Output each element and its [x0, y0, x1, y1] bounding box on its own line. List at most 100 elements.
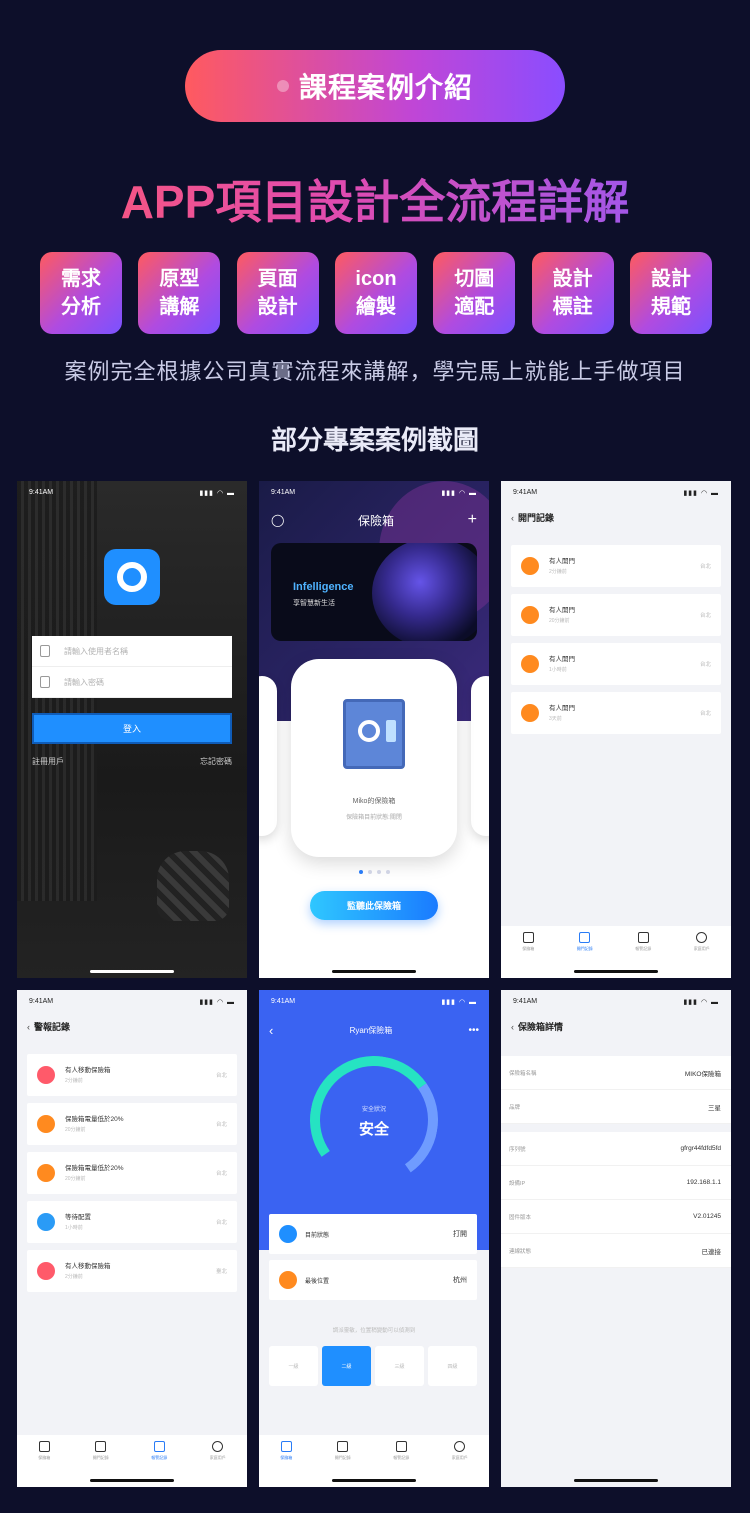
tab-family[interactable]: 家庭用戶	[452, 1441, 468, 1487]
back-icon[interactable]: ‹	[511, 1022, 514, 1032]
home-indicator	[90, 970, 174, 973]
screenshot-door-records: 9:41AM ▮▮▮ ◠ ▬ ‹ 開門記錄 有人開門 2分鐘前 台北 有人開門 20分鐘前…	[501, 481, 731, 978]
gear-icon	[37, 1213, 55, 1231]
battery-icon	[37, 1164, 55, 1182]
topic-tags: 需求 分析 原型 講解 頁面 設計 icon 繪製 切圖 適配 設計 標註 設計 規範	[40, 252, 712, 334]
location-row[interactable]: 最後位置 杭州	[269, 1260, 477, 1300]
more-icon[interactable]: •••	[468, 1025, 479, 1036]
list-item[interactable]: 有人開門 3天前 台北	[511, 692, 721, 734]
detail-group-device: 序列號 gfrgr44fdfd5fd 設備IP 192.168.1.1 固件版本 V2…	[501, 1132, 731, 1268]
detail-row-firmware: 固件版本 V2.01245	[501, 1200, 731, 1234]
detail-group-basic: 保險箱名稱 MIKO保險箱 品牌 三星	[501, 1056, 731, 1124]
banner[interactable]: Infelligence 享智慧新生活	[271, 543, 477, 641]
status-row[interactable]: 目前狀態 打開	[269, 1214, 477, 1254]
safebox-card[interactable]: Miko的保險箱 保險箱目前狀態:關閉	[291, 659, 457, 857]
screenshot-alarm-records: 9:41AM ▮▮▮ ◠ ▬ ‹ 警報記錄 有人移動保險箱 2分鐘前 台北 保險箱電量低…	[17, 990, 247, 1487]
tag-prototype: 原型 講解	[138, 252, 221, 334]
door-icon	[521, 606, 539, 624]
chair-image	[157, 851, 229, 921]
info-icon	[279, 1225, 297, 1243]
list-item[interactable]: 保險箱電量低於20% 20分鐘前 台北	[27, 1103, 237, 1145]
prev-card[interactable]	[259, 676, 277, 836]
password-field[interactable]: 請輸入密碼	[32, 667, 232, 698]
add-icon[interactable]: +	[468, 511, 477, 529]
status-bar: 9:41AM ▮▮▮ ◠ ▬	[271, 998, 477, 1006]
tag-spec: 設計 規範	[629, 252, 712, 334]
nav-bar: ◯ 保險箱 +	[271, 511, 477, 529]
back-icon[interactable]: ‹	[269, 1023, 273, 1038]
level-3[interactable]: 三級	[375, 1346, 424, 1386]
safebox-name: Miko的保險箱	[352, 798, 396, 805]
home-indicator	[90, 1479, 174, 1482]
login-button[interactable]: 登入	[32, 713, 232, 744]
login-form: 請輸入使用者名稱 請輸入密碼	[32, 636, 232, 698]
list-item[interactable]: 有人移動保險箱 2分鐘前 臺北	[27, 1250, 237, 1292]
level-4[interactable]: 四級	[428, 1346, 477, 1386]
tag-slicing: 切圖 適配	[433, 252, 516, 334]
status-bar: 9:41AM ▮▮▮ ◠ ▬	[513, 489, 719, 497]
tag-annotation: 設計 標註	[531, 252, 614, 334]
gauge-value: 安全	[358, 1121, 389, 1138]
pill-dot	[276, 80, 289, 92]
register-link[interactable]: 註冊用戶	[32, 756, 64, 767]
tab-safebox[interactable]: 保險箱	[38, 1441, 50, 1487]
status-bar: 9:41AM ▮▮▮ ◠ ▬	[513, 998, 719, 1006]
list-item[interactable]: 有人移動保險箱 2分鐘前 台北	[27, 1054, 237, 1096]
screenshot-safebox-detail: 9:41AM ▮▮▮ ◠ ▬ ‹ 保險箱詳情 保險箱名稱 MIKO保險箱 品牌 三星 序…	[501, 990, 731, 1487]
screenshot-login: 9:41AM ▮▮▮ ◠ ▬ 請輸入使用者名稱 請輸入密碼 登入 註冊用戶 忘記密…	[17, 481, 247, 978]
list-item[interactable]: 有人開門 20分鐘前 台北	[511, 594, 721, 636]
tag-page-design: 頁面 設計	[236, 252, 319, 334]
banner-title: Infelligence	[293, 581, 354, 593]
back-icon[interactable]: ‹	[511, 513, 514, 523]
tab-family[interactable]: 家庭用戶	[210, 1441, 226, 1487]
login-links: 註冊用戶 忘記密碼	[32, 756, 232, 767]
home-indicator	[574, 970, 658, 973]
carousel-dots[interactable]	[259, 870, 489, 874]
tab-safebox[interactable]: 保險箱	[522, 932, 534, 978]
banner-subtitle: 享智慧新生活	[293, 600, 335, 607]
nav-title: 保險箱	[358, 513, 395, 528]
door-icon	[521, 704, 539, 722]
page-header: ‹ 保險箱詳情	[511, 1022, 564, 1032]
page-header: ‹ 開門記錄	[511, 513, 555, 523]
list-item[interactable]: 等待配置 1小時前 台北	[27, 1201, 237, 1243]
main-title: APP項目設計全流程詳解	[0, 166, 750, 232]
forgot-password-link[interactable]: 忘記密碼	[200, 756, 232, 767]
list-item[interactable]: 有人開門 1小時前 台北	[511, 643, 721, 685]
level-2[interactable]: 二級	[322, 1346, 371, 1386]
status-bar: 9:41AM ▮▮▮ ◠ ▬	[29, 489, 235, 497]
status-bar: 9:41AM ▮▮▮ ◠ ▬	[271, 489, 477, 497]
safe-icon	[343, 699, 405, 769]
door-icon	[521, 557, 539, 575]
location-icon	[279, 1271, 297, 1289]
sensitivity-levels: 一級 二級 三級 四級	[269, 1346, 477, 1386]
tag-icon-drawing: icon 繪製	[334, 252, 417, 334]
safebox-status: 保險箱目前狀態:關閉	[346, 815, 402, 821]
tab-safebox[interactable]: 保險箱	[280, 1441, 292, 1487]
status-bar: 9:41AM ▮▮▮ ◠ ▬	[29, 998, 235, 1006]
list-item[interactable]: 有人開門 2分鐘前 台北	[511, 545, 721, 587]
door-icon	[521, 655, 539, 673]
subtitle: 案例完全根據公司真實流程來講解，學完馬上就能上手做項目	[64, 359, 686, 384]
detail-row-serial: 序列號 gfrgr44fdfd5fd	[501, 1132, 731, 1166]
screenshot-ryan-safebox: 9:41AM ▮▮▮ ◠ ▬ ‹ Ryan保險箱 ••• 安全狀況 安全 目前狀態…	[259, 990, 489, 1487]
level-1[interactable]: 一級	[269, 1346, 318, 1386]
next-card[interactable]	[471, 676, 489, 836]
back-icon[interactable]: ‹	[27, 1022, 30, 1032]
section-title: 部分專案案例截圖	[270, 425, 479, 455]
tab-family[interactable]: 家庭用戶	[694, 932, 710, 978]
detail-row-name[interactable]: 保險箱名稱 MIKO保險箱	[501, 1056, 731, 1090]
user-icon[interactable]: ◯	[271, 513, 284, 527]
course-case-pill: 課程案例介紹	[185, 50, 565, 122]
listen-button[interactable]: 監聽此保險箱	[310, 891, 438, 920]
nav-title: Ryan保險箱	[349, 1026, 393, 1035]
lock-icon	[40, 676, 50, 688]
globe-image	[372, 543, 477, 641]
detail-row-ip: 設備IP 192.168.1.1	[501, 1166, 731, 1200]
home-indicator	[332, 1479, 416, 1482]
alarm-icon	[37, 1262, 55, 1280]
gauge-label: 安全狀況	[361, 1107, 386, 1113]
username-field[interactable]: 請輸入使用者名稱	[32, 636, 232, 667]
list-item[interactable]: 保險箱電量低於20% 20分鐘前 台北	[27, 1152, 237, 1194]
home-indicator	[332, 970, 416, 973]
